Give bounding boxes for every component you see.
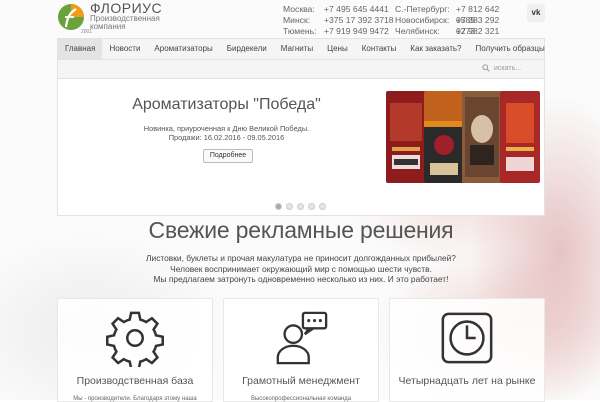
contact-phone[interactable]: +7 982 321 5505: [456, 26, 515, 47]
intro-line: Листовки, буклеты и прочая макулатура не…: [146, 253, 456, 263]
search-bar: искать...: [57, 60, 545, 78]
contact-row: Москва: +7 495 645 4441 С.-Петербург: +7…: [283, 4, 515, 25]
contact-phone[interactable]: +7 383 292 0273: [456, 15, 515, 36]
slider-dot[interactable]: [286, 203, 293, 210]
contact-city: Минск:: [283, 15, 311, 25]
nav-item-home[interactable]: Главная: [58, 39, 103, 59]
logo-icon: [58, 4, 84, 30]
nav-item-samples[interactable]: Получить образцы: [469, 39, 552, 59]
brand-name: ФЛОРИУС: [90, 0, 163, 16]
product-image: [386, 91, 426, 183]
contacts-block: Москва: +7 495 645 4441 С.-Петербург: +7…: [283, 4, 515, 47]
nav-item-coasters[interactable]: Бирдекели: [220, 39, 274, 59]
section-intro: Листовки, буклеты и прочая макулатура не…: [57, 253, 545, 285]
slide-text-line: Новинка, приуроченная к Дню Великой Побе…: [143, 124, 310, 133]
feature-text: Мы - производители. Благодаря этому наша: [73, 396, 197, 402]
vk-icon[interactable]: vk: [527, 4, 545, 22]
product-image: [424, 91, 464, 183]
slider-dot[interactable]: [308, 203, 315, 210]
contact-city: Москва:: [283, 4, 315, 14]
brand-subtitle: компания: [90, 22, 126, 31]
feature-title: Четырнадцать лет на рынке: [398, 375, 536, 387]
slide-title: Ароматизаторы "Победа": [132, 96, 321, 113]
promo-slider: Ароматизаторы "Победа" Новинка, приуроче…: [57, 78, 545, 216]
contact-city: Тюмень:: [283, 26, 317, 36]
contact-phone[interactable]: +7 495 645 4441: [324, 4, 395, 15]
nav-item-fresheners[interactable]: Ароматизаторы: [147, 39, 219, 59]
slider-pager: [275, 203, 326, 210]
feature-card: Производственная база Мы - производители…: [57, 298, 213, 402]
slider-dot[interactable]: [297, 203, 304, 210]
nav-item-prices[interactable]: Цены: [320, 39, 355, 59]
main-nav: Главная Новости Ароматизаторы Бирдекели …: [57, 38, 545, 60]
logo[interactable]: ФЛОРИУС Производственная компания 2001: [57, 1, 197, 35]
feature-cards: Производственная база Мы - производители…: [57, 298, 545, 402]
nav-item-contacts[interactable]: Контакты: [355, 39, 404, 59]
intro-line: Человек воспринимает окружающий мир с по…: [170, 263, 432, 274]
contact-phone[interactable]: +7 919 949 9472: [324, 26, 395, 37]
contact-row: Минск: +375 17 392 3718 Новосибирск: +7 …: [283, 15, 515, 36]
more-button[interactable]: Подробнее: [203, 149, 253, 163]
nav-item-magnets[interactable]: Магниты: [274, 39, 320, 59]
feature-card: Грамотный менеджмент Высокопрофессиональ…: [223, 298, 379, 402]
slide-text-line: Продажи: 16.02.2016 - 09.05.2016: [168, 133, 285, 142]
search-icon: [482, 64, 490, 72]
contact-phone[interactable]: +375 17 392 3718: [324, 15, 395, 26]
slider-dot[interactable]: [319, 203, 326, 210]
gear-icon: [106, 311, 164, 367]
header: ФЛОРИУС Производственная компания 2001 М…: [57, 0, 545, 47]
brand-year: 2001: [81, 29, 93, 35]
slider-dot[interactable]: [275, 203, 282, 210]
nav-item-news[interactable]: Новости: [102, 39, 147, 59]
section-title: Свежие рекламные решения: [148, 217, 454, 243]
manager-icon: [276, 311, 328, 365]
clock-icon: [441, 312, 493, 364]
product-image: [462, 91, 502, 183]
search-input-wrap[interactable]: искать...: [482, 62, 540, 74]
contact-city: Челябинск:: [395, 26, 440, 36]
search-input[interactable]: искать...: [494, 65, 521, 72]
contact-city: Новосибирск:: [395, 15, 450, 25]
product-image: [500, 91, 540, 183]
slide-description: Новинка, приуроченная к Дню Великой Побе…: [58, 124, 395, 142]
contact-phone[interactable]: +7 812 642 0585: [456, 4, 515, 25]
page-container: ФЛОРИУС Производственная компания 2001 М…: [57, 0, 545, 402]
feature-text: Высокопрофессиональная команда: [250, 396, 352, 402]
contact-city: С.-Петербург:: [395, 4, 450, 14]
feature-title: Грамотный менеджмент: [242, 375, 360, 387]
nav-item-how-to-order[interactable]: Как заказать?: [403, 39, 468, 59]
intro-line: Мы предлагаем затронуть одновременно нес…: [153, 274, 449, 284]
feature-title: Производственная база: [76, 375, 194, 387]
contact-row: Тюмень: +7 919 949 9472 Челябинск: +7 98…: [283, 26, 515, 47]
feature-card: Четырнадцать лет на рынке: [389, 298, 545, 402]
